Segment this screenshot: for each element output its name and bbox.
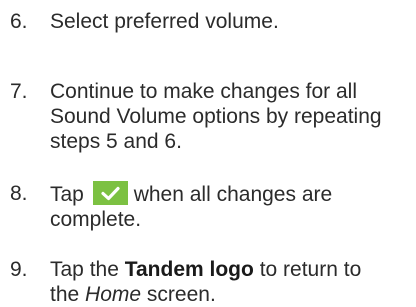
step-text-line: complete.: [50, 208, 142, 231]
checkmark-icon: [92, 181, 128, 205]
home-screen-label: Home: [85, 283, 142, 306]
step-text-segment: to return to: [259, 258, 362, 281]
step-number: 6.: [10, 10, 28, 33]
step-number: 7.: [10, 80, 28, 103]
step-text: Tap when all changes are complete.: [50, 181, 405, 232]
step-number: 8.: [10, 182, 28, 205]
step-text-line: Select preferred volume.: [50, 10, 279, 33]
tandem-logo-label: Tandem logo: [124, 258, 254, 281]
step-text-line: Continue to make changes for all: [50, 80, 358, 103]
step-text-segment: the: [50, 283, 80, 306]
step-text: Tap the Tandem logo to return to the Hom…: [50, 257, 405, 307]
step-text-segment: Tap the: [50, 258, 119, 281]
step-text: Continue to make changes for all Sound V…: [50, 79, 405, 154]
step-text-line: Sound Volume options by repeating: [50, 105, 382, 128]
step-text-line: steps 5 and 6.: [50, 130, 182, 153]
step-text-segment: Tap: [50, 183, 84, 206]
step-text: Select preferred volume.: [50, 9, 405, 34]
step-number: 9.: [10, 258, 28, 281]
step-text-segment: when all changes are: [133, 183, 333, 206]
step-text-segment: screen.: [146, 283, 216, 306]
